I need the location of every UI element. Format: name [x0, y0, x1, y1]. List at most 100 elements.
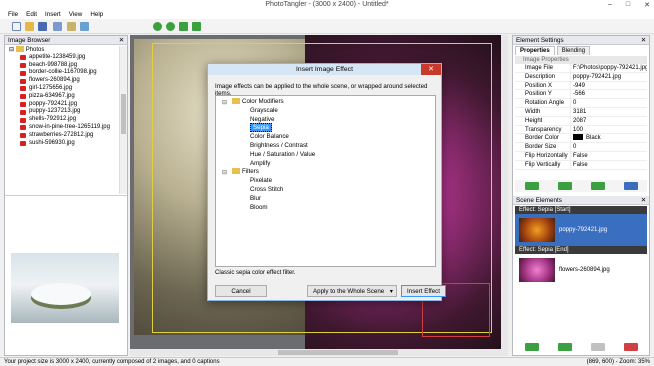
- effect-item[interactable]: Amplify: [216, 160, 435, 169]
- rotate-left-icon[interactable]: [153, 22, 162, 31]
- file-item[interactable]: border-collie-1167098.jpg: [5, 69, 127, 77]
- effect-item[interactable]: Bloom: [216, 204, 435, 213]
- property-row[interactable]: Transparency 100: [515, 125, 647, 135]
- insert-icon[interactable]: [80, 22, 89, 31]
- image-browser-header: Image Browser ✕: [5, 36, 127, 45]
- property-row[interactable]: Width 3181: [515, 107, 647, 117]
- file-item[interactable]: strawberries-272812.jpg: [5, 132, 127, 140]
- file-item[interactable]: girl-1275656.jpg: [5, 85, 127, 93]
- open-icon[interactable]: [25, 22, 34, 31]
- file-tree: ⊟ Photos appetite-1238459.jpg beach-9987…: [5, 46, 127, 194]
- effect-item[interactable]: Blur: [216, 195, 435, 204]
- property-row[interactable]: Flip Horizontally False: [515, 151, 647, 161]
- apply-scope-select[interactable]: Apply to the Whole Scene ▾: [307, 285, 397, 297]
- file-item[interactable]: puppy-1237213.jpg: [5, 108, 127, 116]
- property-row[interactable]: Description poppy-792421.jpg: [515, 72, 647, 82]
- effect-item[interactable]: Grayscale: [216, 107, 435, 116]
- close-icon[interactable]: ✕: [641, 196, 646, 205]
- menu-help[interactable]: Help: [90, 10, 103, 19]
- close-icon[interactable]: ✕: [119, 36, 124, 45]
- zoom-icon[interactable]: [192, 22, 201, 31]
- maximize-icon[interactable]: □: [626, 1, 630, 9]
- property-row[interactable]: Border Color Black: [515, 134, 647, 144]
- cancel-button[interactable]: Cancel: [215, 285, 267, 297]
- new-icon[interactable]: [12, 22, 21, 31]
- menu-view[interactable]: View: [69, 10, 83, 19]
- folder-icon: [232, 98, 240, 104]
- property-row[interactable]: Position X -949: [515, 81, 647, 91]
- insert-effect-dialog: Insert Image Effect ✕ Image effects can …: [207, 63, 446, 301]
- file-tree-scrollbar[interactable]: [119, 46, 127, 194]
- element-thumbnail: [519, 218, 555, 242]
- effect-item[interactable]: Negative: [216, 116, 435, 125]
- file-item[interactable]: shells-792912.jpg: [5, 116, 127, 124]
- fit-icon[interactable]: [557, 182, 572, 190]
- file-item[interactable]: snow-in-pine-tree-1265119.jpg: [5, 124, 127, 132]
- effect-item[interactable]: Cross Stitch: [216, 186, 435, 195]
- property-row[interactable]: Height 2087: [515, 116, 647, 126]
- status-text: Your project size is 3000 x 2400, curren…: [4, 359, 220, 365]
- property-row[interactable]: Border Size 0: [515, 143, 647, 152]
- property-row[interactable]: Image File F:\Photos\poppy-792421.jpg: [515, 64, 647, 73]
- image-browser-title: Image Browser: [8, 37, 51, 44]
- property-row[interactable]: Flip Vertically False: [515, 160, 647, 170]
- file-item[interactable]: beach-998788.jpg: [5, 62, 127, 70]
- element-actions: [515, 180, 647, 192]
- scene-element-item[interactable]: flowers-260894.jpg: [515, 254, 647, 286]
- effect-end-header[interactable]: Effect: Sepia [End]: [515, 246, 647, 254]
- canvas-horizontal-scrollbar[interactable]: [130, 349, 508, 356]
- tab-properties[interactable]: Properties: [515, 46, 555, 55]
- dialog-buttons: Cancel Apply to the Whole Scene ▾ Insert…: [215, 285, 446, 298]
- close-icon[interactable]: ✕: [421, 64, 441, 75]
- effect-item[interactable]: Color Balance: [216, 133, 435, 142]
- close-icon[interactable]: ✕: [644, 1, 650, 9]
- status-bar: Your project size is 3000 x 2400, curren…: [0, 357, 654, 366]
- move-up-icon[interactable]: [524, 343, 539, 351]
- effect-item[interactable]: Brightness / Contrast: [216, 142, 435, 151]
- property-row[interactable]: Rotation Angle 0: [515, 99, 647, 108]
- close-icon[interactable]: ✕: [641, 36, 646, 45]
- menu-edit[interactable]: Edit: [26, 10, 37, 19]
- move-down-icon[interactable]: [557, 343, 572, 351]
- file-item[interactable]: poppy-792421.jpg: [5, 101, 127, 109]
- zoom-status: (869, 600) - Zoom: 35%: [586, 359, 650, 365]
- minimize-icon[interactable]: –: [608, 1, 612, 9]
- effect-item-selected[interactable]: Sepia: [216, 123, 435, 133]
- tab-blending[interactable]: Blending: [556, 46, 591, 55]
- reset-icon[interactable]: [524, 182, 539, 190]
- file-item[interactable]: sushi-596930.jpg: [5, 140, 127, 148]
- menu-insert[interactable]: Insert: [45, 10, 61, 19]
- window-title: PhotoTangler - (3000 x 2400) - Untitled*: [265, 1, 389, 8]
- canvas-vertical-scrollbar[interactable]: [501, 35, 508, 349]
- effect-group[interactable]: ⊟ Color Modifiers: [216, 98, 435, 107]
- scene-elements-list: Effect: Sepia [Start] poppy-792421.jpg E…: [515, 206, 647, 332]
- frame-icon[interactable]: [623, 182, 638, 190]
- insert-effect-button[interactable]: Insert Effect: [401, 285, 446, 297]
- export-icon[interactable]: [53, 22, 62, 31]
- menu-file[interactable]: File: [8, 10, 18, 19]
- rotate-right-icon[interactable]: [166, 22, 175, 31]
- move-bottom-icon[interactable]: [590, 343, 605, 351]
- property-row[interactable]: Position Y -566: [515, 90, 647, 100]
- save-icon[interactable]: [38, 22, 47, 31]
- element-thumbnail: [519, 258, 555, 282]
- file-item[interactable]: pizza-634967.jpg: [5, 93, 127, 101]
- folder-photos[interactable]: ⊟ Photos: [5, 46, 127, 54]
- folder-icon: [232, 168, 240, 175]
- effect-group[interactable]: ⊟ Filters: [216, 168, 435, 177]
- scene-elements-panel: Scene Elements ✕ Effect: Sepia [Start] p…: [513, 196, 649, 355]
- effect-start-header[interactable]: Effect: Sepia [Start]: [515, 206, 647, 214]
- element-settings-header: Element Settings ✕: [513, 36, 649, 45]
- folder-icon: [15, 46, 24, 52]
- image-icon[interactable]: [67, 22, 76, 31]
- fit-icon[interactable]: [179, 22, 188, 31]
- rotate-icon[interactable]: [590, 182, 605, 190]
- effect-item[interactable]: Pixelate: [216, 177, 435, 186]
- file-item[interactable]: flowers-260894.jpg: [5, 77, 127, 85]
- menu-bar: File Edit Insert View Help: [0, 10, 654, 19]
- file-item[interactable]: appetite-1238459.jpg: [5, 54, 127, 62]
- delete-icon[interactable]: [623, 343, 638, 351]
- element-settings-panel: Element Settings ✕ Properties Blending I…: [512, 35, 650, 356]
- effect-item[interactable]: Hue / Saturation / Value: [216, 151, 435, 160]
- scene-element-item[interactable]: poppy-792421.jpg: [515, 214, 647, 246]
